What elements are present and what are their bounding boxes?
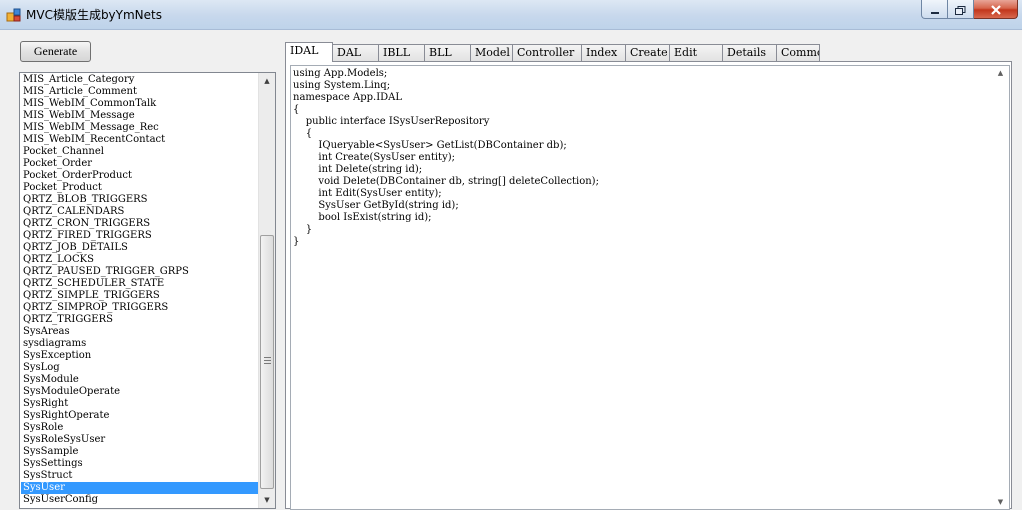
list-item[interactable]: QRTZ_SIMPLE_TRIGGERS	[21, 290, 259, 302]
code-line: public interface ISysUserRepository	[293, 116, 490, 127]
maximize-button[interactable]	[948, 0, 974, 19]
code-line: void Delete(DBContainer db, string[] del…	[293, 176, 599, 187]
list-item[interactable]: SysException	[21, 350, 259, 362]
scroll-down-arrow-icon[interactable]: ▼	[259, 492, 275, 508]
code-line: using App.Models;	[293, 68, 388, 79]
tab-dal[interactable]: DAL	[332, 44, 379, 62]
code-line: {	[293, 104, 300, 115]
tab-model[interactable]: Model	[470, 44, 513, 62]
list-item[interactable]: SysSettings	[21, 458, 259, 470]
list-item[interactable]: SysUserConfig	[21, 494, 259, 506]
minimize-button[interactable]	[921, 0, 948, 19]
tab-create[interactable]: Create	[625, 44, 670, 62]
code-line: using System.Linq;	[293, 80, 391, 91]
code-line: namespace App.IDAL	[293, 92, 403, 103]
list-item[interactable]: SysLog	[21, 362, 259, 374]
table-listbox[interactable]: MIS_Article_Category MIS_Article_Comment M…	[19, 72, 276, 509]
list-item[interactable]: Pocket_Product	[21, 182, 259, 194]
list-item[interactable]: QRTZ_FIRED_TRIGGERS	[21, 230, 259, 242]
list-item[interactable]: SysRoleSysUser	[21, 434, 259, 446]
table-list: MIS_Article_Category MIS_Article_Comment M…	[21, 74, 259, 506]
tab-common[interactable]: Common	[776, 44, 820, 62]
scroll-down-arrow-icon[interactable]: ▼	[992, 495, 1009, 509]
list-item[interactable]: MIS_Article_Comment	[21, 86, 259, 98]
list-item[interactable]: MIS_Article_Category	[21, 74, 259, 86]
tab-details[interactable]: Details	[722, 44, 777, 62]
list-item[interactable]: Pocket_OrderProduct	[21, 170, 259, 182]
code-line: IQueryable<SysUser> GetList(DBContainer …	[293, 140, 567, 151]
list-item[interactable]: SysModule	[21, 374, 259, 386]
code-line: int Edit(SysUser entity);	[293, 188, 442, 199]
template-tabs: IDAL DAL IBLL BLL Model Controller Index Create…	[285, 42, 820, 62]
scroll-up-arrow-icon[interactable]: ▲	[259, 73, 275, 89]
list-item[interactable]: SysRight	[21, 398, 259, 410]
list-item[interactable]: QRTZ_LOCKS	[21, 254, 259, 266]
close-icon	[990, 0, 1002, 19]
list-item[interactable]: SysSample	[21, 446, 259, 458]
list-item[interactable]: MIS_WebIM_Message	[21, 110, 259, 122]
list-item[interactable]: SysModuleOperate	[21, 386, 259, 398]
tab-ibll[interactable]: IBLL	[378, 44, 425, 62]
list-item[interactable]: Pocket_Channel	[21, 146, 259, 158]
maximize-icon	[955, 0, 966, 19]
list-item[interactable]: QRTZ_CRON_TRIGGERS	[21, 218, 259, 230]
tab-idal[interactable]: IDAL	[285, 42, 333, 62]
close-button[interactable]	[974, 0, 1018, 19]
list-item[interactable]: QRTZ_SIMPROP_TRIGGERS	[21, 302, 259, 314]
list-item[interactable]: QRTZ_CALENDARS	[21, 206, 259, 218]
list-item[interactable]: MIS_WebIM_RecentContact	[21, 134, 259, 146]
tab-index[interactable]: Index	[581, 44, 626, 62]
generate-button[interactable]: Generate	[20, 41, 91, 62]
code-scrollbar[interactable]: ▲ ▼	[992, 66, 1009, 509]
list-item[interactable]: QRTZ_JOB_DETAILS	[21, 242, 259, 254]
tab-edit[interactable]: Edit	[669, 44, 723, 62]
code-textbox[interactable]: using App.Models; using System.Linq; nam…	[290, 65, 1010, 510]
list-item[interactable]: QRTZ_PAUSED_TRIGGER_GRPS	[21, 266, 259, 278]
scroll-thumb[interactable]	[260, 235, 274, 489]
grip-icon	[264, 357, 271, 365]
app-icon[interactable]	[6, 7, 22, 23]
list-item[interactable]: QRTZ_BLOB_TRIGGERS	[21, 194, 259, 206]
list-item[interactable]: Pocket_Order	[21, 158, 259, 170]
code-line: SysUser GetById(string id);	[293, 200, 459, 211]
code-line: }	[293, 236, 300, 247]
tab-content-panel: using App.Models; using System.Linq; nam…	[285, 61, 1012, 510]
minimize-icon	[930, 0, 940, 19]
tab-bll[interactable]: BLL	[424, 44, 471, 62]
code-line: int Delete(string id);	[293, 164, 423, 175]
list-item[interactable]: SysUser	[21, 482, 259, 494]
list-item[interactable]: SysRightOperate	[21, 410, 259, 422]
tab-controller[interactable]: Controller	[512, 44, 582, 62]
scroll-up-arrow-icon[interactable]: ▲	[992, 66, 1009, 80]
code-line: bool IsExist(string id);	[293, 212, 432, 223]
list-item[interactable]: SysAreas	[21, 326, 259, 338]
title-bar[interactable]: MVC模版生成byYmNets	[0, 0, 1022, 30]
code-line: {	[293, 128, 313, 139]
list-item[interactable]: MIS_WebIM_CommonTalk	[21, 98, 259, 110]
list-item[interactable]: SysStruct	[21, 470, 259, 482]
list-item[interactable]: SysRole	[21, 422, 259, 434]
code-line: int Create(SysUser entity);	[293, 152, 455, 163]
list-scrollbar[interactable]: ▲ ▼	[258, 73, 275, 508]
window-title: MVC模版生成byYmNets	[26, 8, 162, 22]
code-line: }	[293, 224, 313, 235]
list-item[interactable]: sysdiagrams	[21, 338, 259, 350]
list-item[interactable]: QRTZ_TRIGGERS	[21, 314, 259, 326]
list-item[interactable]: MIS_WebIM_Message_Rec	[21, 122, 259, 134]
list-item[interactable]: QRTZ_SCHEDULER_STATE	[21, 278, 259, 290]
generated-code[interactable]: using App.Models; using System.Linq; nam…	[293, 68, 599, 248]
